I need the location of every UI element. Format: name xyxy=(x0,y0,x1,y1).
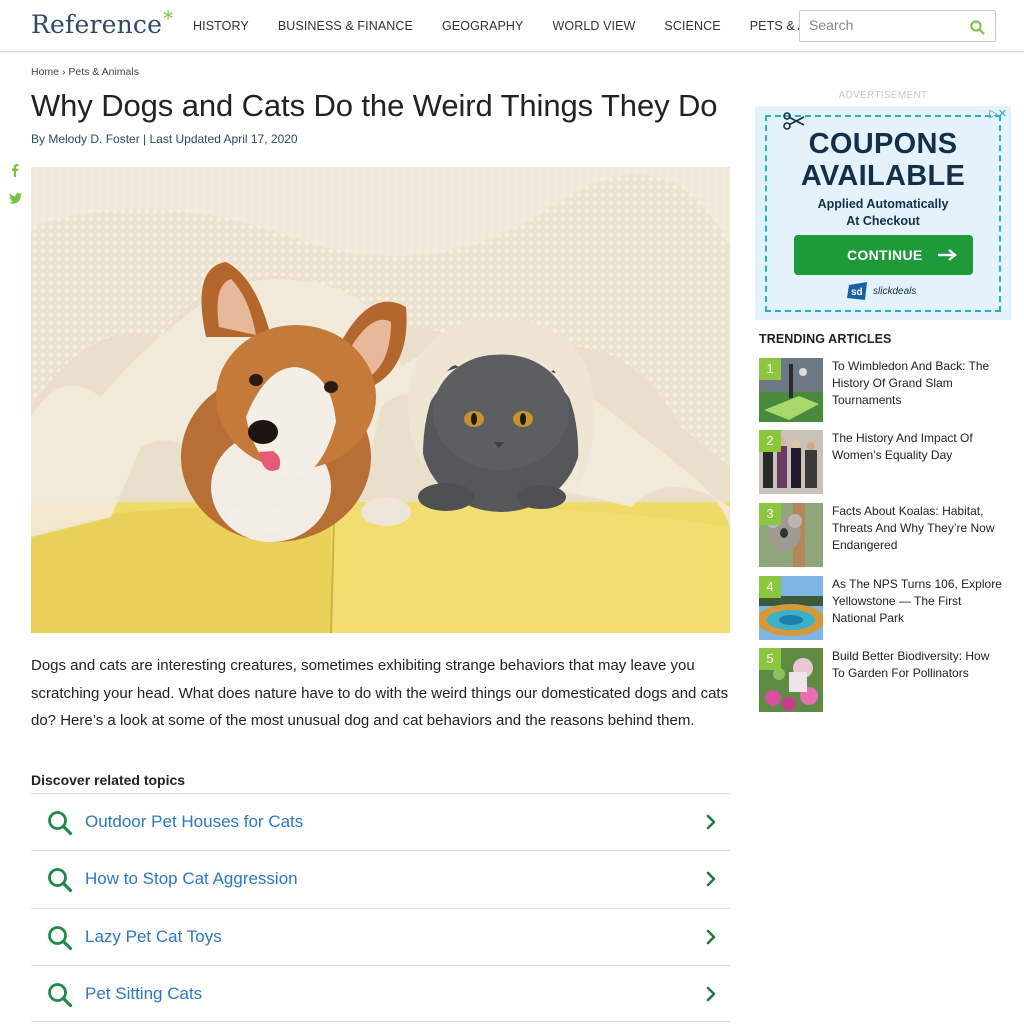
trending-title: The History And Impact Of Women’s Equali… xyxy=(832,431,973,463)
related-topic[interactable]: How to Stop Cat Aggression xyxy=(31,850,730,907)
trending-rank: 5 xyxy=(759,648,781,670)
ad-subtext-line2: At Checkout xyxy=(846,214,920,228)
ad-subtext-line1: Applied Automatically xyxy=(817,197,949,211)
breadcrumb-home[interactable]: Home xyxy=(31,66,59,78)
related-topic-label: Pet Sitting Cats xyxy=(85,983,203,1003)
trending-title: Build Better Biodiversity: How To Garden… xyxy=(832,649,990,681)
search-icon[interactable] xyxy=(970,20,985,40)
article-intro: Dogs and cats are interesting creatures,… xyxy=(31,657,729,729)
trending-item[interactable]: 2 The History And Impact Of Women’s Equa… xyxy=(759,430,1009,494)
trending-rank: 3 xyxy=(759,503,781,525)
ad-brand-name: slickdeals xyxy=(873,285,917,297)
related-topic-label: How to Stop Cat Aggression xyxy=(85,869,298,889)
trending-title: Facts About Koalas: Habitat, Threats And… xyxy=(832,504,995,553)
facebook-icon[interactable] xyxy=(9,163,21,177)
ad-subtext: Applied Automatically At Checkout xyxy=(755,196,1011,230)
slickdeals-logo-text: sd xyxy=(851,287,863,298)
nav-history[interactable]: HISTORY xyxy=(193,19,249,33)
trending-item[interactable]: 4 As The NPS Turns 106, Explore Yellowst… xyxy=(759,576,1009,640)
advertisement-label: ADVERTISEMENT xyxy=(838,90,928,101)
ad-choices-icon[interactable]: ▷✕ xyxy=(989,107,1007,120)
trending-title: As The NPS Turns 106, Explore Yellowston… xyxy=(832,577,1002,626)
search-box xyxy=(799,10,996,42)
trending-item[interactable]: 3 Facts About Koalas: Habitat, Threats A… xyxy=(759,503,1009,567)
ad-continue-label: CONTINUE xyxy=(847,247,923,263)
related-topic-label: Outdoor Pet Houses for Cats xyxy=(85,812,304,831)
arrow-right-icon xyxy=(938,249,957,261)
search-icon xyxy=(47,925,73,956)
trending-rank: 4 xyxy=(759,576,781,598)
trending-item[interactable]: 1 To Wimbledon And Back: The History Of … xyxy=(759,358,1009,422)
logo-mark: * xyxy=(163,6,174,30)
ad-headline-line1: COUPONS xyxy=(808,128,958,160)
article-byline: By Melody D. Foster | Last Updated April… xyxy=(31,132,298,146)
nav-geography[interactable]: GEOGRAPHY xyxy=(442,19,523,33)
hero-image xyxy=(31,167,730,633)
main-nav: HISTORY BUSINESS & FINANCE GEOGRAPHY WOR… xyxy=(193,19,882,33)
site-logo[interactable]: Reference* xyxy=(31,6,173,39)
search-icon xyxy=(47,810,73,841)
trending-item[interactable]: 5 Build Better Biodiversity: How To Gard… xyxy=(759,648,1009,712)
twitter-icon[interactable] xyxy=(9,192,22,204)
trending-heading: TRENDING ARTICLES xyxy=(759,332,892,346)
related-topic[interactable]: Outdoor Pet Houses for Cats xyxy=(31,793,730,850)
ad-headline: COUPONS AVAILABLE xyxy=(755,128,1011,192)
chevron-right-icon xyxy=(706,814,716,835)
nav-world-view[interactable]: WORLD VIEW xyxy=(552,19,635,33)
related-topic[interactable]: Pet Sitting Cats xyxy=(31,964,730,1023)
related-topic-label: Lazy Pet Cat Toys xyxy=(85,926,222,946)
nav-business-finance[interactable]: BUSINESS & FINANCE xyxy=(278,19,413,33)
related-topics-list: Outdoor Pet Houses for Cats How to Stop … xyxy=(31,793,730,1023)
breadcrumb-section[interactable]: Pets & Animals xyxy=(68,66,139,78)
chevron-right-icon xyxy=(706,986,716,1007)
search-icon xyxy=(47,867,73,898)
ad-brand: sd slickdeals xyxy=(847,281,916,301)
page-title: Why Dogs and Cats Do the Weird Things Th… xyxy=(31,88,718,123)
site-header: Reference* HISTORY BUSINESS & FINANCE GE… xyxy=(0,0,1024,52)
related-topic[interactable]: Lazy Pet Cat Toys xyxy=(31,907,730,965)
nav-science[interactable]: SCIENCE xyxy=(664,19,720,33)
search-icon xyxy=(47,982,73,1013)
breadcrumb-separator: › xyxy=(61,66,66,78)
search-input[interactable] xyxy=(809,17,959,33)
slickdeals-logo-icon: sd xyxy=(847,282,867,300)
chevron-right-icon xyxy=(706,871,716,892)
trending-rank: 1 xyxy=(759,358,781,380)
breadcrumb: Home › Pets & Animals xyxy=(31,66,139,78)
ad-headline-line2: AVAILABLE xyxy=(800,160,966,192)
trending-rank: 2 xyxy=(759,430,781,452)
related-topics-heading: Discover related topics xyxy=(31,772,186,788)
logo-text: Reference xyxy=(31,10,163,39)
trending-title: To Wimbledon And Back: The History Of Gr… xyxy=(832,359,990,408)
chevron-right-icon xyxy=(706,929,716,950)
coupon-ad[interactable]: ▷✕ COUPONS AVAILABLE Applied Automatical… xyxy=(755,106,1011,320)
ad-continue-button[interactable]: CONTINUE xyxy=(794,235,973,275)
